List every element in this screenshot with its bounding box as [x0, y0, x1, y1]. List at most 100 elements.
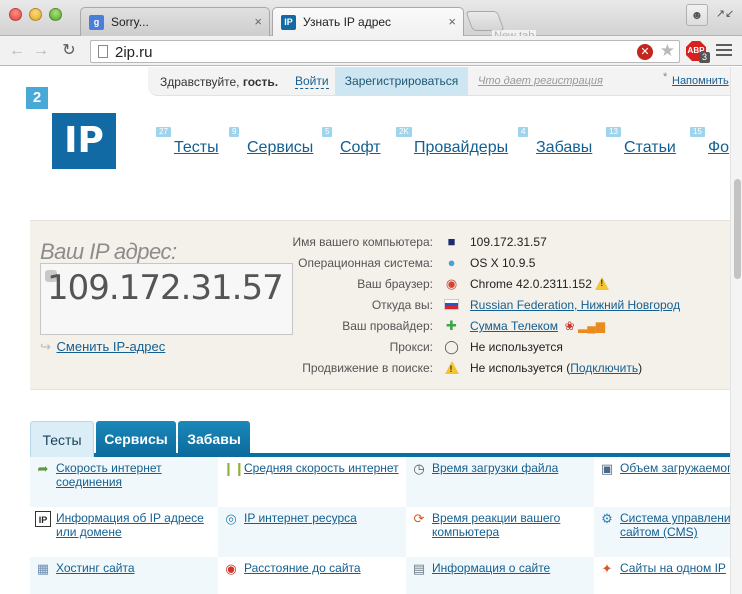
info-row-provider: Ваш провайдер: ✚ Сумма Телеком ❀ ▂▄▆ [150, 317, 710, 337]
nav-label[interactable]: Тесты [174, 139, 219, 157]
test-link[interactable]: Расстояние до сайта [244, 561, 404, 575]
signal-bars-icon[interactable]: ▂▄▆ [578, 319, 605, 333]
ip-resource-icon: ◎ [225, 511, 237, 526]
test-link[interactable]: IP интернет ресурса [244, 511, 404, 525]
provider-link[interactable]: Сумма Телеком [470, 319, 558, 333]
tab-fun[interactable]: Забавы [178, 421, 250, 457]
minimize-window-button[interactable] [29, 8, 42, 21]
url-input[interactable] [115, 43, 615, 61]
map-pin-icon: ◉ [225, 561, 237, 576]
close-tab-icon[interactable]: × [448, 8, 456, 36]
login-link[interactable]: Войти [295, 75, 329, 89]
back-button[interactable]: ← [6, 40, 28, 62]
test-item[interactable]: ◉ Расстояние до сайта [218, 557, 406, 594]
test-item[interactable]: ▦ Хостинг сайта [30, 557, 218, 594]
test-item[interactable]: ❙❙ Средняя скорость интернет [218, 457, 406, 507]
nav-badge: 27 [156, 127, 171, 137]
scrollbar-thumb[interactable] [734, 179, 741, 279]
test-link[interactable]: Система управления сайтом (CMS) [620, 511, 730, 539]
fullscreen-icon: ↗↙ [715, 8, 735, 20]
browser-tab-google[interactable]: g Sorry... × [80, 7, 270, 36]
test-item[interactable]: ⚙ Система управления сайтом (CMS) [594, 507, 730, 557]
cms-icon: ⚙ [601, 511, 613, 526]
why-register-link[interactable]: Что дает регистрация [478, 75, 603, 87]
change-ip-link[interactable]: ↪ Сменить IP-адрес [40, 339, 165, 355]
browser-menu-icon[interactable] [716, 44, 732, 58]
main-nav: 27 Тесты 9 Сервисы 5 Софт 2K Провайдеры … [156, 127, 730, 157]
computer-icon: ■ [447, 234, 456, 249]
test-link[interactable]: Средняя скорость интернет [244, 461, 404, 475]
ip-info-icon: IP [35, 511, 51, 527]
info-value: 109.172.31.57 [470, 235, 547, 249]
test-item[interactable]: ◎ IP интернет ресурса [218, 507, 406, 557]
tab-tests[interactable]: Тесты [30, 421, 94, 457]
fullscreen-button[interactable]: ↗↙ [714, 4, 736, 26]
russia-flag-icon [444, 297, 459, 312]
page-icon [98, 45, 108, 58]
ip-panel: Ваш IP адрес: 109.172.31.57 ↪ Сменить IP… [30, 220, 730, 390]
reload-button[interactable]: ↻ [58, 40, 80, 62]
test-link[interactable]: Скорость интернет соединения [56, 461, 216, 489]
nav-badge: 13 [606, 127, 621, 137]
bug-icon[interactable]: ❀ [565, 319, 575, 333]
new-tab-button[interactable] [465, 11, 505, 31]
tab-title: Узнать IP адрес [303, 15, 392, 29]
chrome-icon: ◉ [445, 276, 458, 291]
bookmark-star-icon[interactable]: ★ [660, 41, 675, 61]
popup-blocked-icon[interactable]: ✕ [637, 44, 653, 60]
zoom-window-button[interactable] [49, 8, 62, 21]
test-item[interactable]: ➦ Скорость интернет соединения [30, 457, 218, 507]
adblock-count-badge: 3 [699, 52, 711, 63]
info-row-computer: Имя вашего компьютера: ■ 109.172.31.57 [150, 233, 710, 253]
test-link[interactable]: Информация о сайте [432, 561, 592, 575]
profile-button[interactable]: ☻ [686, 4, 708, 26]
info-value: OS X 10.9.5 [470, 256, 536, 270]
test-item[interactable]: ⟳ Время реакции вашего компьютера [406, 507, 594, 557]
test-item[interactable]: ▣ Объем загружаемого файла [594, 457, 730, 507]
info-value: Не используется (Подключить) [470, 361, 643, 375]
nav-label[interactable]: Фо [708, 139, 729, 157]
speed-arrow-icon: ➦ [37, 461, 49, 476]
test-link[interactable]: Время реакции вашего компьютера [432, 511, 592, 539]
test-item[interactable]: IP Информация об IP адресе или домене [30, 507, 218, 557]
register-button[interactable]: Зарегистрироваться [335, 67, 468, 96]
browser-toolbar: ← → ↻ ✕ ★ ABP 3 [0, 36, 742, 66]
provider-icon: ✚ [446, 318, 457, 333]
warning-icon[interactable] [595, 277, 610, 290]
location-link[interactable]: Russian Federation, Нижний Новгород [470, 298, 680, 312]
test-link[interactable]: Сайты на одном IP [620, 561, 730, 575]
close-window-button[interactable] [9, 8, 22, 21]
address-bar[interactable]: ✕ ★ [90, 40, 680, 63]
nav-label[interactable]: Сервисы [247, 139, 313, 157]
page-scrollbar[interactable] [730, 67, 742, 594]
info-row-seo: Продвижение в поиске: Не используется (П… [150, 359, 710, 379]
test-link[interactable]: Информация об IP адресе или домене [56, 511, 216, 539]
close-tab-icon[interactable]: × [254, 8, 262, 36]
file-size-icon: ▣ [600, 461, 614, 476]
test-item[interactable]: ▤ Информация о сайте [406, 557, 594, 594]
nav-label[interactable]: Статьи [624, 139, 676, 157]
info-label: Ваш браузер: [357, 277, 433, 291]
nav-label[interactable]: Забавы [536, 139, 592, 157]
connect-link[interactable]: Подключить [570, 361, 638, 375]
forward-button[interactable]: → [30, 40, 52, 62]
nav-label[interactable]: Софт [340, 139, 381, 157]
test-link[interactable]: Хостинг сайта [56, 561, 216, 575]
nav-badge: 4 [518, 127, 529, 137]
remind-link[interactable]: Напомнить [672, 75, 729, 87]
test-link[interactable]: Время загрузки файла [432, 461, 592, 475]
change-ip-label[interactable]: Сменить IP-адрес [57, 339, 166, 354]
page-viewport: Здравствуйте, гость. Войти Зарегистриров… [0, 67, 730, 594]
tab-services[interactable]: Сервисы [96, 421, 176, 457]
test-link[interactable]: Объем загружаемого файла [620, 461, 730, 475]
nav-label[interactable]: Провайдеры [414, 139, 508, 157]
info-row-browser: Ваш браузер: ◉ Chrome 42.0.2311.152 [150, 275, 710, 295]
site-logo[interactable]: 2 IP [26, 87, 118, 169]
browser-tab-2ip[interactable]: IP Узнать IP адрес × [272, 7, 464, 37]
greeting-name: гость. [242, 75, 279, 89]
test-item[interactable]: ◷ Время загрузки файла [406, 457, 594, 507]
greeting: Здравствуйте, гость. [160, 75, 279, 89]
google-icon: g [89, 15, 104, 30]
test-item[interactable]: ✦ Сайты на одном IP [594, 557, 730, 594]
info-label: Продвижение в поиске: [302, 361, 433, 375]
